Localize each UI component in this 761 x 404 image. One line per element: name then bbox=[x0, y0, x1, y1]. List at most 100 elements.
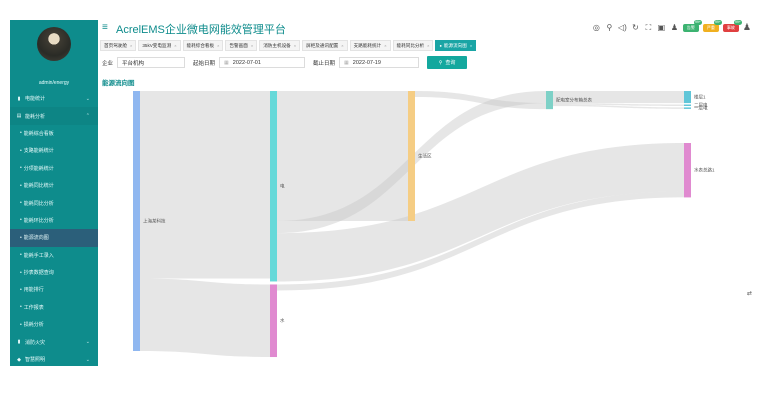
sankey-node-label: 配电室分布箱总表 bbox=[556, 97, 592, 104]
sidebar-item-label: 电能统计 bbox=[25, 96, 46, 103]
close-icon[interactable]: × bbox=[427, 43, 429, 48]
alarm-badge-label: 告警 bbox=[686, 24, 695, 30]
sidebar-item-label: 能耗环比分析 bbox=[23, 217, 54, 224]
sidebar-item-label: 能耗综合看板 bbox=[23, 130, 54, 137]
tab-5[interactable]: 屏柜及通讯配置 × bbox=[302, 40, 348, 51]
sidebar-item-8[interactable]: 能源流向图 bbox=[10, 229, 98, 247]
avatar[interactable] bbox=[37, 27, 71, 61]
sidebar-item-9[interactable]: 能耗手工录入 bbox=[10, 247, 98, 264]
sankey-node[interactable] bbox=[684, 91, 691, 104]
sidebar-item-15[interactable]: ◆ 智慧照明 ⌄ bbox=[10, 351, 98, 366]
alarm-badge-0[interactable]: 告警 99+ bbox=[682, 19, 702, 32]
sankey-node[interactable] bbox=[270, 91, 277, 282]
tab-label: 支路能耗统计 bbox=[353, 42, 382, 48]
close-icon[interactable]: × bbox=[174, 43, 176, 48]
shirt-icon[interactable]: ♟ bbox=[670, 23, 679, 32]
sidebar-item-12[interactable]: 工作报表 bbox=[10, 299, 98, 316]
close-icon[interactable]: × bbox=[251, 43, 253, 48]
chevron-down-icon: ⌄ bbox=[85, 95, 90, 102]
screen-icon[interactable]: ▣ bbox=[657, 23, 666, 32]
sidebar-item-14[interactable]: ▮ 消防火灾 ⌄ bbox=[10, 333, 98, 350]
company-value: 平台机构 bbox=[122, 60, 145, 67]
sankey-node[interactable] bbox=[546, 91, 553, 110]
sidebar-menu: ▮ 电能统计 ⌄ ▤能耗分析 ⌃ 能耗综合看板支路能耗统计分项能耗统计能耗同比统计能耗同比… bbox=[10, 90, 98, 366]
sankey-link[interactable] bbox=[140, 91, 270, 279]
sankey-link[interactable] bbox=[140, 278, 270, 358]
header-actions: ◎ ⚲ ◁) ↻ ⛶ ▣ ♟ 告警 99+ 严重 99+ 事故 99+ ♟ bbox=[592, 19, 751, 33]
sidebar-item-4[interactable]: 分项能耗统计 bbox=[10, 160, 98, 177]
theme-icon[interactable]: ◎ bbox=[592, 23, 601, 32]
sidebar-item-1[interactable]: ▤ 能耗分析 ⌃ bbox=[10, 107, 98, 125]
tab-7[interactable]: 能耗同比分析 × bbox=[392, 40, 434, 51]
sidebar-item-7[interactable]: 能耗环比分析 bbox=[10, 212, 98, 229]
filter-bar: 企业 平台机构 起始日期 ▦ 2022-07-01 截止日期 ▦ 2022-07… bbox=[102, 56, 468, 69]
sidebar-item-6[interactable]: 能耗同比分析 bbox=[10, 194, 98, 211]
sankey-node-label: 一层电 bbox=[694, 105, 708, 112]
tab-0[interactable]: 首页驾驶舱 × bbox=[100, 40, 137, 51]
sankey-node[interactable] bbox=[684, 104, 691, 107]
swap-icon[interactable]: ⇄ bbox=[747, 290, 752, 297]
sidebar-item-10[interactable]: 抄表数据查询 bbox=[10, 264, 98, 281]
tab-label: 告警画面 bbox=[229, 42, 248, 48]
sidebar-item-label: 能耗同比分析 bbox=[23, 200, 54, 207]
sankey-node-label: 上海某科技 bbox=[143, 218, 166, 225]
close-icon[interactable]: × bbox=[341, 43, 343, 48]
sidebar-item-label: 能耗分析 bbox=[25, 113, 46, 120]
username: admin/energy bbox=[38, 80, 70, 86]
search-icon[interactable]: ⚲ bbox=[605, 23, 614, 32]
sankey-node[interactable] bbox=[684, 143, 691, 198]
close-icon[interactable]: × bbox=[130, 43, 132, 48]
sankey-node-label: 楼层1 bbox=[694, 94, 706, 101]
tab-4[interactable]: 消防主机设备 × bbox=[259, 40, 301, 51]
fullscreen-icon[interactable]: ⛶ bbox=[644, 23, 653, 33]
tab-1[interactable]: 35kV变电监测 × bbox=[138, 40, 181, 51]
sidebar-item-2[interactable]: 能耗综合看板 bbox=[10, 125, 98, 142]
refresh-icon[interactable]: ↻ bbox=[631, 23, 640, 32]
alarm-badge-count: 99+ bbox=[733, 19, 742, 25]
sidebar-item-13[interactable]: 损耗分析 bbox=[10, 316, 98, 333]
alarm-badge-count: 99+ bbox=[713, 19, 722, 25]
alarm-badge-label: 严重 bbox=[706, 24, 715, 30]
tab-label: 能源流向图 bbox=[443, 42, 467, 48]
close-icon[interactable]: × bbox=[470, 43, 472, 48]
sidebar-item-label: 损耗分析 bbox=[23, 322, 44, 329]
alarm-badge-label: 事故 bbox=[726, 24, 735, 30]
sidebar-item-label: 能耗同比统计 bbox=[23, 183, 54, 190]
sidebar-item-11[interactable]: 用能排行 bbox=[10, 281, 98, 298]
alarm-badge-2[interactable]: 事故 99+ bbox=[722, 19, 742, 32]
list-icon: ▤ bbox=[16, 113, 22, 120]
tab-2[interactable]: 能耗综合看板 × bbox=[182, 40, 224, 51]
tab-bar: 首页驾驶舱 × 35kV变电监测 × 能耗综合看板 × 告警画面 × 消防主机设备 × 屏柜及通讯配… bbox=[100, 40, 477, 51]
sidebar-item-0[interactable]: ▮ 电能统计 ⌄ bbox=[10, 90, 98, 107]
sidebar-item-3[interactable]: 支路能耗统计 bbox=[10, 142, 98, 159]
close-icon[interactable]: × bbox=[294, 43, 296, 48]
sankey-node[interactable] bbox=[270, 284, 277, 358]
volume-icon[interactable]: ◁) bbox=[618, 23, 627, 32]
sankey-node[interactable] bbox=[133, 91, 140, 351]
sankey-node-label: 水 bbox=[280, 317, 285, 323]
user-icon[interactable]: ♟ bbox=[743, 22, 751, 33]
end-date-input[interactable]: ▦ 2022-07-19 bbox=[339, 57, 420, 68]
tab-label: 能耗同比分析 bbox=[396, 42, 425, 48]
start-date-input[interactable]: ▦ 2022-07-01 bbox=[219, 57, 306, 68]
tab-6[interactable]: 支路能耗统计 × bbox=[349, 40, 391, 51]
end-date-label: 截止日期 bbox=[313, 60, 336, 67]
alarm-badge-count: 99+ bbox=[693, 19, 702, 25]
sankey-node[interactable] bbox=[684, 107, 691, 109]
close-icon[interactable]: × bbox=[217, 43, 219, 48]
sidebar: admin/energy ▮ 电能统计 ⌄ ▤能耗分析 ⌃ 能耗综合看板支路能耗统计分项能… bbox=[10, 20, 98, 366]
header: ≡ AcrelEMS企业微电网能效管理平台 ◎ ⚲ ◁) ↻ ⛶ ▣ ♟ 告警 99+ 严重 99+… bbox=[98, 19, 761, 36]
tab-8[interactable]: ● 能源流向图 × bbox=[435, 40, 477, 51]
query-button[interactable]: ⚲ 查询 bbox=[427, 56, 468, 69]
sankey-link[interactable] bbox=[277, 91, 408, 221]
energy-flow-chart: 上海某科技电水生活区 配电室分布箱总表 二层电 一层电 水表总路1 楼层1 bbox=[100, 86, 761, 366]
sidebar-item-label: 能源流向图 bbox=[23, 235, 49, 242]
alarm-badge-1[interactable]: 严重 99+ bbox=[702, 19, 722, 32]
tab-3[interactable]: 告警画面 × bbox=[225, 40, 258, 51]
sankey-node[interactable] bbox=[408, 91, 415, 221]
close-icon[interactable]: × bbox=[384, 43, 386, 48]
sidebar-item-5[interactable]: 能耗同比统计 bbox=[10, 177, 98, 194]
tab-label: 首页驾驶舱 bbox=[104, 42, 127, 48]
company-select[interactable]: 平台机构 bbox=[117, 57, 186, 68]
menu-toggle-icon[interactable]: ≡ bbox=[102, 22, 108, 33]
